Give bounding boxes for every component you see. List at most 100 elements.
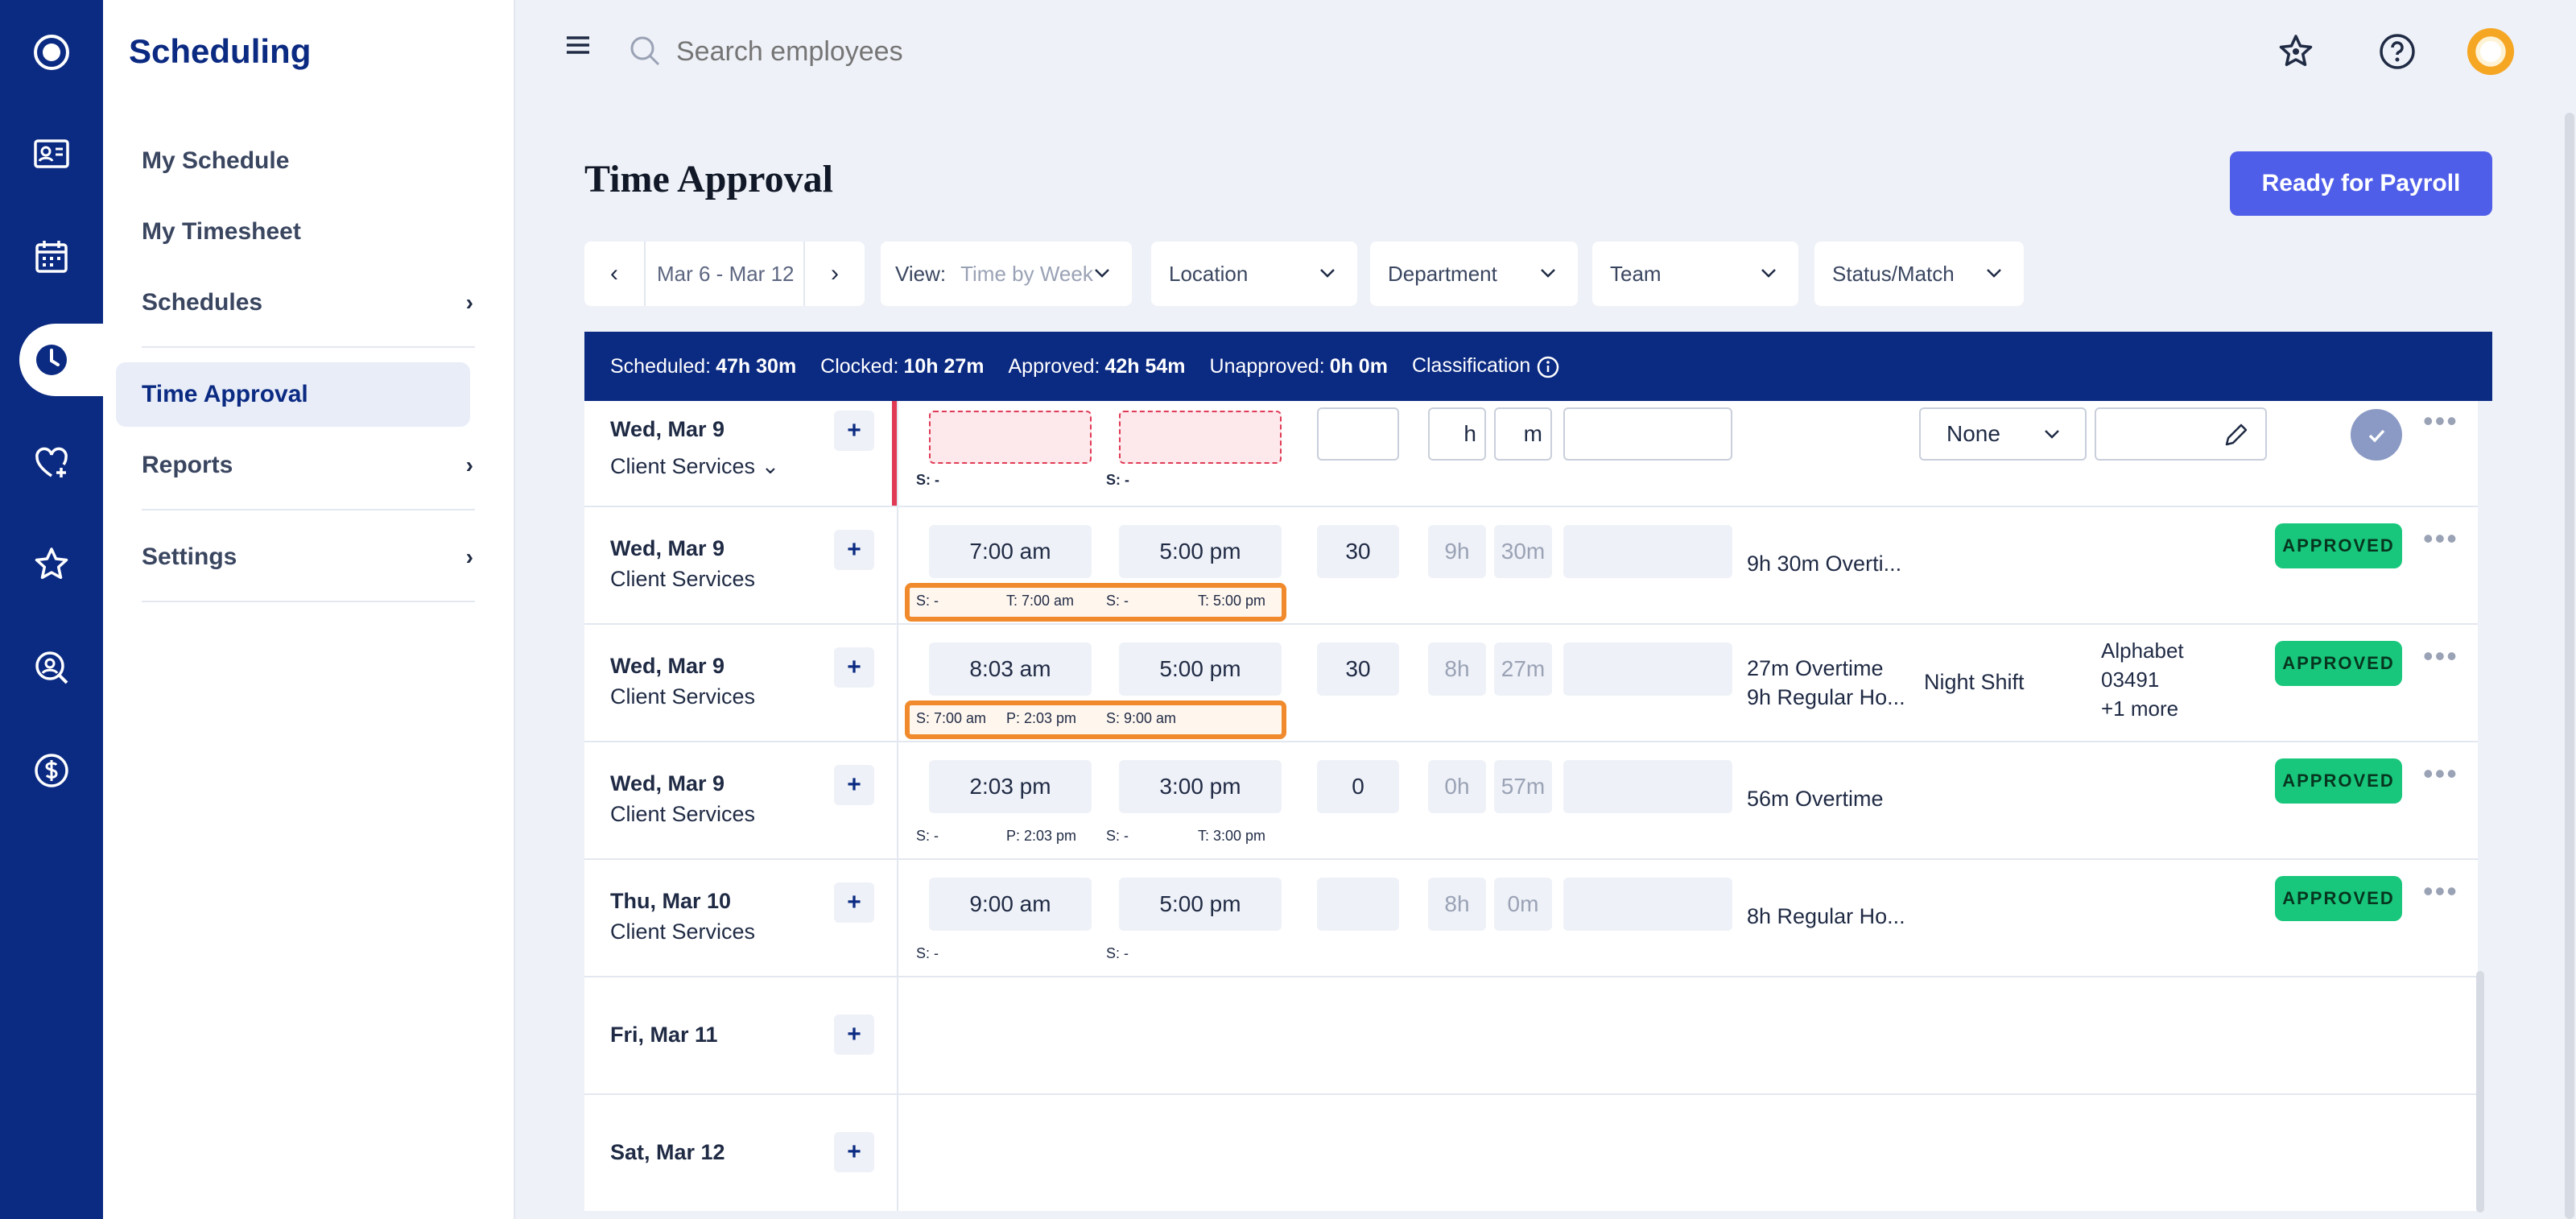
row-date: Wed, Mar 9 — [610, 417, 725, 441]
id-card-icon[interactable] — [0, 118, 103, 190]
approved-summary: Approved: 42h 54m — [1008, 354, 1186, 378]
department-select[interactable]: Department — [1370, 242, 1578, 306]
logo-icon[interactable] — [0, 16, 103, 89]
end-time-input[interactable]: 5:00 pm — [1119, 643, 1282, 696]
classification-summary[interactable]: Classification — [1412, 354, 1559, 378]
row-date: Thu, Mar 10 — [610, 889, 732, 913]
sidebar-item-my-schedule[interactable]: My Schedule — [142, 129, 473, 193]
classification-select[interactable]: None — [1919, 407, 2087, 461]
note-input[interactable] — [1563, 407, 1732, 461]
status-badge: APPROVED — [2275, 523, 2402, 568]
more-link[interactable]: +1 more — [2101, 694, 2184, 723]
summary-banner: Scheduled: 47h 30m Clocked: 10h 27m Approv… — [584, 332, 2492, 401]
icon-rail — [0, 0, 108, 1219]
team-select[interactable]: Team — [1592, 242, 1798, 306]
search-person-icon[interactable] — [0, 631, 103, 704]
minutes-field: 27m — [1494, 643, 1552, 696]
hours-field: 9h — [1428, 525, 1486, 578]
date-range-label[interactable]: Mar 6 - Mar 12 — [644, 242, 805, 306]
sidebar-item-label: Time Approval — [142, 381, 308, 407]
ready-for-payroll-button[interactable]: Ready for Payroll — [2230, 151, 2492, 216]
sidebar-item-reports[interactable]: Reports › — [142, 433, 473, 498]
location-select[interactable]: Location — [1151, 242, 1357, 306]
table-row: Fri, Mar 11 + — [584, 977, 2478, 1095]
row-date: Fri, Mar 11 — [610, 1023, 718, 1047]
info-icon[interactable] — [1537, 356, 1559, 378]
add-shift-button[interactable]: + — [834, 411, 874, 451]
end-time-input[interactable]: 5:00 pm — [1119, 525, 1282, 578]
table-row: Wed, Mar 9 Client Services ⌄ + S: - S: -… — [584, 401, 2478, 507]
clock-icon[interactable] — [0, 324, 103, 396]
hours-field: 0h — [1428, 760, 1486, 813]
end-time-input[interactable] — [1119, 411, 1282, 464]
add-shift-button[interactable]: + — [834, 882, 874, 923]
add-shift-button[interactable]: + — [834, 1132, 874, 1172]
minutes-input[interactable]: m — [1494, 407, 1552, 461]
view-label: View: — [895, 261, 947, 286]
star-favorite-icon[interactable] — [2272, 27, 2320, 76]
more-options-icon[interactable]: ••• — [2423, 757, 2458, 791]
classification-text: 9h 30m Overti... — [1747, 552, 1902, 576]
table-scrollbar[interactable] — [2476, 971, 2484, 1213]
sidebar-item-settings[interactable]: Settings › — [142, 525, 473, 589]
timeclock-meta: T: 3:00 pm — [1198, 828, 1266, 844]
schedule-meta: S: - — [1106, 593, 1129, 609]
hours-field: 8h — [1428, 643, 1486, 696]
sidebar-item-time-approval[interactable]: Time Approval — [142, 362, 473, 427]
page-scrollbar[interactable] — [2565, 113, 2574, 1219]
minutes-field: 57m — [1494, 760, 1552, 813]
note-field[interactable] — [1563, 878, 1732, 931]
add-shift-button[interactable]: + — [834, 647, 874, 688]
status-match-select[interactable]: Status/Match — [1814, 242, 2024, 306]
end-time-input[interactable]: 3:00 pm — [1119, 760, 1282, 813]
sidebar-item-schedules[interactable]: Schedules › — [142, 271, 473, 335]
row-department[interactable]: Client Services ⌄ — [610, 454, 779, 479]
edit-note-field[interactable] — [2095, 407, 2267, 461]
divider — [142, 601, 475, 602]
dollar-icon[interactable] — [0, 734, 103, 807]
break-input[interactable] — [1317, 878, 1399, 931]
start-time-input[interactable]: 2:03 pm — [929, 760, 1092, 813]
view-select[interactable]: View: Time by Week — [881, 242, 1132, 306]
more-options-icon[interactable]: ••• — [2423, 874, 2458, 908]
hamburger-menu-icon[interactable] — [564, 31, 592, 60]
minutes-field: 30m — [1494, 525, 1552, 578]
row-department: Client Services — [610, 567, 756, 591]
avatar[interactable] — [2467, 27, 2515, 76]
break-input[interactable]: 30 — [1317, 643, 1399, 696]
chevron-right-icon[interactable]: › — [805, 242, 865, 306]
end-time-input[interactable]: 5:00 pm — [1119, 878, 1282, 931]
break-input[interactable]: 0 — [1317, 760, 1399, 813]
search-input[interactable] — [676, 27, 1159, 76]
start-time-input[interactable]: 9:00 am — [929, 878, 1092, 931]
break-input[interactable] — [1317, 407, 1399, 461]
more-options-icon[interactable]: ••• — [2423, 404, 2458, 438]
date-navigator: ‹ Mar 6 - Mar 12 › — [584, 242, 865, 306]
note-field[interactable] — [1563, 643, 1732, 696]
sidebar-item-label: Settings — [142, 543, 237, 570]
chevron-left-icon[interactable]: ‹ — [584, 242, 644, 306]
start-time-input[interactable]: 8:03 am — [929, 643, 1092, 696]
row-department: Client Services — [610, 684, 756, 709]
start-time-input[interactable] — [929, 411, 1092, 464]
sidebar-item-my-timesheet[interactable]: My Timesheet — [142, 200, 473, 264]
top-bar — [515, 0, 2576, 103]
add-shift-button[interactable]: + — [834, 1014, 874, 1055]
note-field[interactable] — [1563, 760, 1732, 813]
note-field[interactable] — [1563, 525, 1732, 578]
calendar-icon[interactable] — [0, 221, 103, 293]
more-options-icon[interactable]: ••• — [2423, 522, 2458, 556]
add-shift-button[interactable]: + — [834, 765, 874, 805]
divider — [142, 509, 475, 510]
star-icon[interactable] — [0, 528, 103, 601]
pencil-icon[interactable] — [2220, 419, 2252, 451]
approve-check-button[interactable] — [2351, 409, 2402, 461]
more-options-icon[interactable]: ••• — [2423, 639, 2458, 673]
break-input[interactable]: 30 — [1317, 525, 1399, 578]
hours-input[interactable]: h — [1428, 407, 1486, 461]
heart-plus-icon[interactable] — [0, 427, 103, 499]
add-shift-button[interactable]: + — [834, 530, 874, 570]
chevron-right-icon: › — [465, 452, 473, 477]
start-time-input[interactable]: 7:00 am — [929, 525, 1092, 578]
help-icon[interactable] — [2373, 27, 2421, 76]
